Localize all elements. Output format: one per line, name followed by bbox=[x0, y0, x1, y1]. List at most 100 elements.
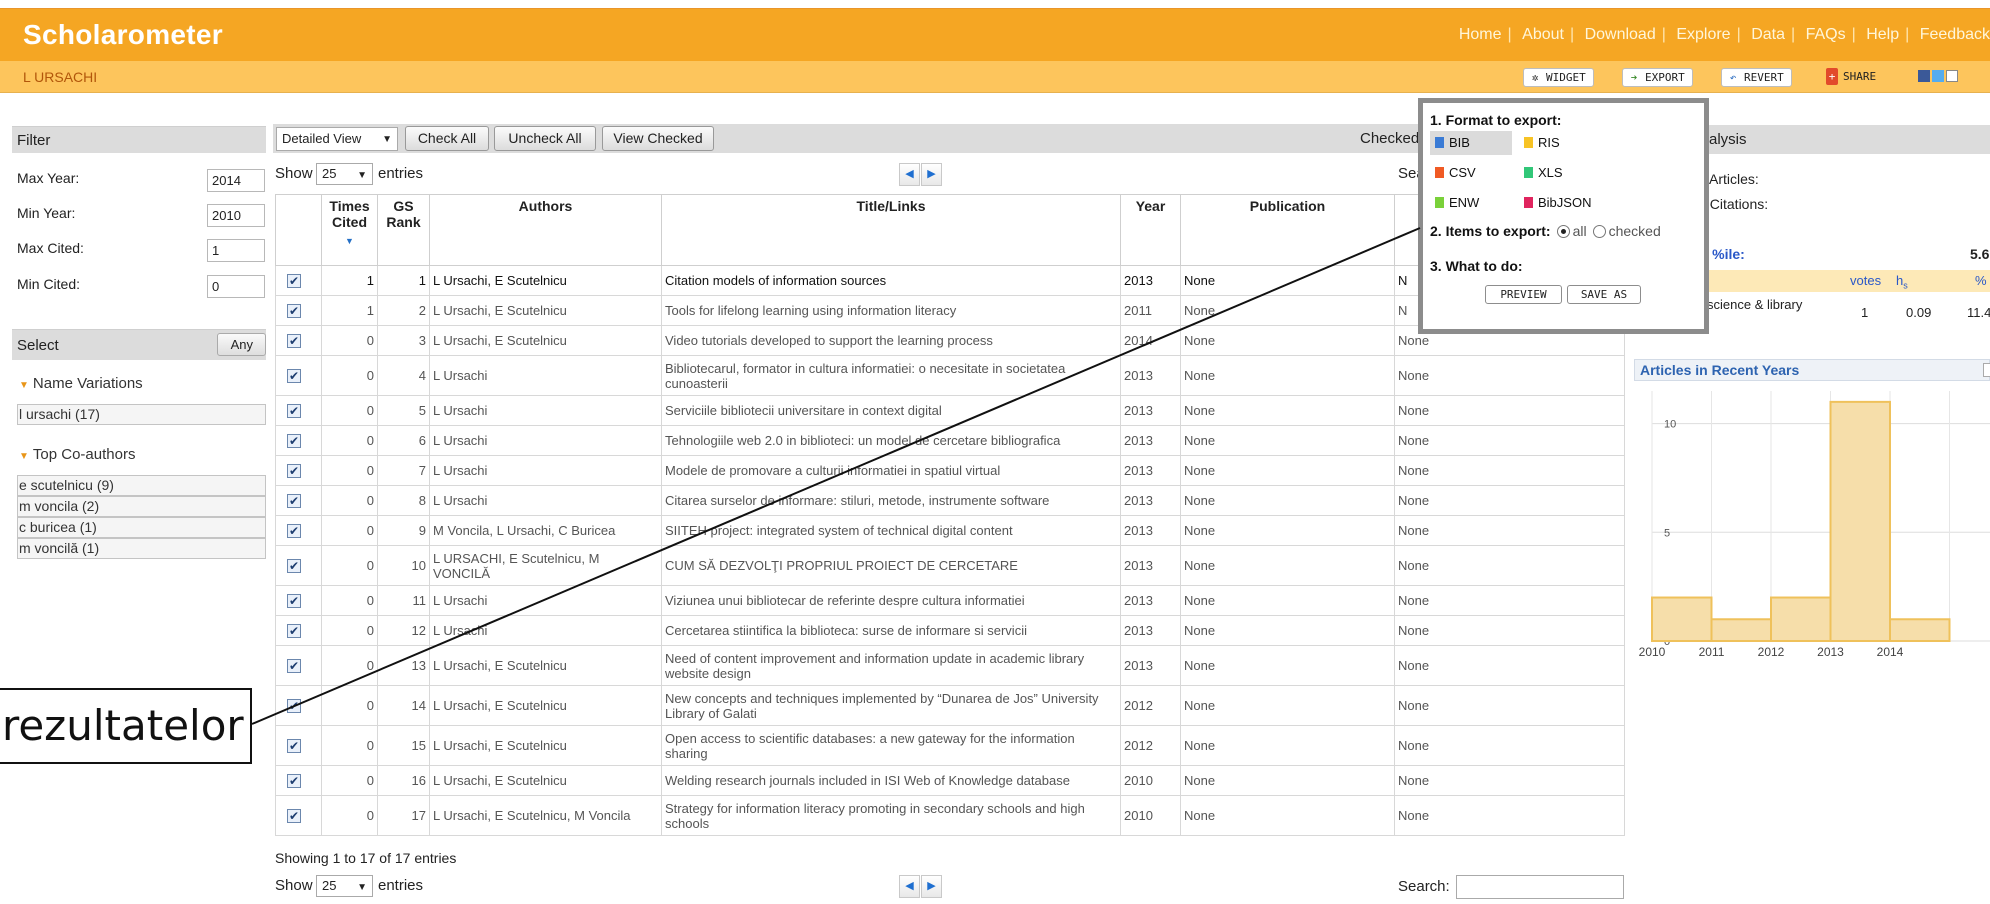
check-all-button[interactable]: Check All bbox=[405, 126, 489, 151]
title-cell[interactable]: Welding research journals included in IS… bbox=[661, 765, 1121, 796]
format-enw[interactable]: ENW bbox=[1430, 191, 1512, 215]
entries-select[interactable]: 25 ▼ bbox=[316, 163, 373, 185]
nav-feedback[interactable]: Feedback bbox=[1920, 26, 1990, 43]
table-row[interactable]: ✔ 0 8 L Ursachi Citarea surselor de informar… bbox=[275, 485, 1625, 516]
row-checkbox[interactable]: ✔ bbox=[287, 699, 301, 713]
format-bib[interactable]: BIB bbox=[1430, 131, 1512, 155]
table-row[interactable]: ✔ 0 16 L Ursachi, E Scutelnicu Welding resea… bbox=[275, 765, 1625, 796]
collapse-icon[interactable] bbox=[1983, 363, 1990, 377]
table-row[interactable]: ✔ 0 12 L Ursachi Cercetarea stiintifica la b… bbox=[275, 615, 1625, 646]
title-cell[interactable]: Cercetarea stiintifica la biblioteca: su… bbox=[661, 615, 1121, 646]
table-row[interactable]: ✔ 0 9 M Voncila, L Ursachi, C Buricea SIITEH… bbox=[275, 515, 1625, 546]
row-checkbox[interactable]: ✔ bbox=[287, 304, 301, 318]
title-cell[interactable]: Citation models of information sources bbox=[661, 265, 1121, 296]
col-authors[interactable]: Authors bbox=[429, 194, 662, 266]
email-icon[interactable] bbox=[1946, 70, 1958, 82]
title-cell[interactable]: New concepts and techniques implemented … bbox=[661, 685, 1121, 726]
title-cell[interactable]: Video tutorials developed to support the… bbox=[661, 325, 1121, 356]
brand-logo[interactable]: Scholarometer bbox=[23, 19, 223, 51]
title-cell[interactable]: Tools for lifelong learning using inform… bbox=[661, 295, 1121, 326]
row-checkbox[interactable]: ✔ bbox=[287, 274, 301, 288]
col-gs-rank[interactable]: GS Rank bbox=[377, 194, 430, 266]
radio-all[interactable] bbox=[1556, 225, 1570, 238]
prev-page-icon[interactable]: ◀ bbox=[899, 875, 920, 898]
any-button[interactable]: Any bbox=[217, 333, 266, 356]
widget-button[interactable]: ✲ WIDGET bbox=[1523, 68, 1594, 87]
coauthor-chip[interactable]: e scutelnicu (9) bbox=[17, 475, 266, 496]
table-row[interactable]: ✔ 0 11 L Ursachi Viziunea unui bibliotecar d… bbox=[275, 585, 1625, 616]
title-cell[interactable]: Modele de promovare a culturii informati… bbox=[661, 455, 1121, 486]
twitter-icon[interactable] bbox=[1932, 70, 1944, 82]
row-checkbox[interactable]: ✔ bbox=[287, 524, 301, 538]
nav-data[interactable]: Data bbox=[1751, 26, 1785, 43]
format-csv[interactable]: CSV bbox=[1430, 161, 1512, 185]
view-select[interactable]: Detailed View ▼ bbox=[276, 127, 398, 151]
table-row[interactable]: ✔ 0 15 L Ursachi, E Scutelnicu Open access t… bbox=[275, 725, 1625, 766]
coauthor-chip[interactable]: m voncilă (1) bbox=[17, 538, 266, 559]
coauthor-chip[interactable]: c buricea (1) bbox=[17, 517, 266, 538]
min-cited-input[interactable]: 0 bbox=[207, 275, 265, 298]
table-row[interactable]: ✔ 0 13 L Ursachi, E Scutelnicu Need of conte… bbox=[275, 645, 1625, 686]
col-publication[interactable]: Publication bbox=[1180, 194, 1395, 266]
preview-button[interactable]: PREVIEW bbox=[1485, 285, 1562, 304]
name-variation-chip[interactable]: l ursachi (17) bbox=[17, 404, 266, 425]
table-row[interactable]: ✔ 0 17 L Ursachi, E Scutelnicu, M Voncila St… bbox=[275, 795, 1625, 836]
share-button[interactable]: + SHARE bbox=[1821, 68, 1883, 87]
title-cell[interactable]: SIITEH project: integrated system of tec… bbox=[661, 515, 1121, 546]
prev-page-icon[interactable]: ◀ bbox=[899, 163, 920, 186]
next-page-icon[interactable]: ▶ bbox=[921, 163, 942, 186]
nav-help[interactable]: Help bbox=[1866, 26, 1899, 43]
revert-button[interactable]: ↶ REVERT bbox=[1721, 68, 1792, 87]
max-year-input[interactable]: 2014 bbox=[207, 169, 265, 192]
title-cell[interactable]: Open access to scientific databases: a n… bbox=[661, 725, 1121, 766]
row-checkbox[interactable]: ✔ bbox=[287, 739, 301, 753]
title-cell[interactable]: Need of content improvement and informat… bbox=[661, 645, 1121, 686]
format-ris[interactable]: RIS bbox=[1519, 131, 1601, 155]
row-checkbox[interactable]: ✔ bbox=[287, 334, 301, 348]
row-checkbox[interactable]: ✔ bbox=[287, 464, 301, 478]
max-cited-input[interactable]: 1 bbox=[207, 239, 265, 262]
export-button[interactable]: ➔ EXPORT bbox=[1622, 68, 1693, 87]
facebook-icon[interactable] bbox=[1918, 70, 1930, 82]
nav-download[interactable]: Download bbox=[1585, 26, 1656, 43]
table-row[interactable]: ✔ 0 7 L Ursachi Modele de promovare a cultur… bbox=[275, 455, 1625, 486]
name-variations-title[interactable]: ▼ Name Variations bbox=[19, 375, 143, 392]
uncheck-all-button[interactable]: Uncheck All bbox=[494, 126, 596, 151]
row-checkbox[interactable]: ✔ bbox=[287, 809, 301, 823]
col-year[interactable]: Year bbox=[1120, 194, 1181, 266]
nav-home[interactable]: Home bbox=[1459, 26, 1502, 43]
row-checkbox[interactable]: ✔ bbox=[287, 404, 301, 418]
search-input[interactable] bbox=[1456, 875, 1624, 899]
row-checkbox[interactable]: ✔ bbox=[287, 369, 301, 383]
col-times-cited[interactable]: Times Cited ▼ bbox=[321, 194, 378, 266]
format-bibjson[interactable]: BibJSON bbox=[1519, 191, 1619, 215]
title-cell[interactable]: CUM SĂ DEZVOLŢI PROPRIUL PROIECT DE CERC… bbox=[661, 545, 1121, 586]
save-as-button[interactable]: SAVE AS bbox=[1567, 285, 1641, 304]
radio-checked[interactable] bbox=[1592, 225, 1606, 238]
table-row[interactable]: ✔ 0 14 L Ursachi, E Scutelnicu New concepts … bbox=[275, 685, 1625, 726]
nav-about[interactable]: About bbox=[1522, 26, 1564, 43]
row-checkbox[interactable]: ✔ bbox=[287, 774, 301, 788]
row-checkbox[interactable]: ✔ bbox=[287, 594, 301, 608]
table-row[interactable]: ✔ 0 4 L Ursachi Bibliotecarul, formator in c… bbox=[275, 355, 1625, 396]
nav-faqs[interactable]: FAQs bbox=[1806, 26, 1846, 43]
next-page-icon[interactable]: ▶ bbox=[921, 875, 942, 898]
entries-select-bottom[interactable]: 25 ▼ bbox=[316, 875, 373, 897]
table-row[interactable]: ✔ 0 10 L URSACHI, E Scutelnicu, M VONCILĂ CU… bbox=[275, 545, 1625, 586]
view-checked-button[interactable]: View Checked bbox=[602, 126, 714, 151]
col-title[interactable]: Title/Links bbox=[661, 194, 1121, 266]
title-cell[interactable]: Tehnologiile web 2.0 in biblioteci: un m… bbox=[661, 425, 1121, 456]
coauthor-chip[interactable]: m voncila (2) bbox=[17, 496, 266, 517]
table-row[interactable]: ✔ 0 6 L Ursachi Tehnologiile web 2.0 in bibl… bbox=[275, 425, 1625, 456]
title-cell[interactable]: Strategy for information literacy promot… bbox=[661, 795, 1121, 836]
nav-explore[interactable]: Explore bbox=[1676, 26, 1730, 43]
title-cell[interactable]: Bibliotecarul, formator in cultura infor… bbox=[661, 355, 1121, 396]
title-cell[interactable]: Citarea surselor de informare: stiluri, … bbox=[661, 485, 1121, 516]
min-year-input[interactable]: 2010 bbox=[207, 204, 265, 227]
title-cell[interactable]: Viziunea unui bibliotecar de referinte d… bbox=[661, 585, 1121, 616]
format-xls[interactable]: XLS bbox=[1519, 161, 1601, 185]
table-row[interactable]: ✔ 0 5 L Ursachi Serviciile bibliotecii unive… bbox=[275, 395, 1625, 426]
row-checkbox[interactable]: ✔ bbox=[287, 624, 301, 638]
row-checkbox[interactable]: ✔ bbox=[287, 494, 301, 508]
top-coauthors-title[interactable]: ▼ Top Co-authors bbox=[19, 446, 135, 463]
